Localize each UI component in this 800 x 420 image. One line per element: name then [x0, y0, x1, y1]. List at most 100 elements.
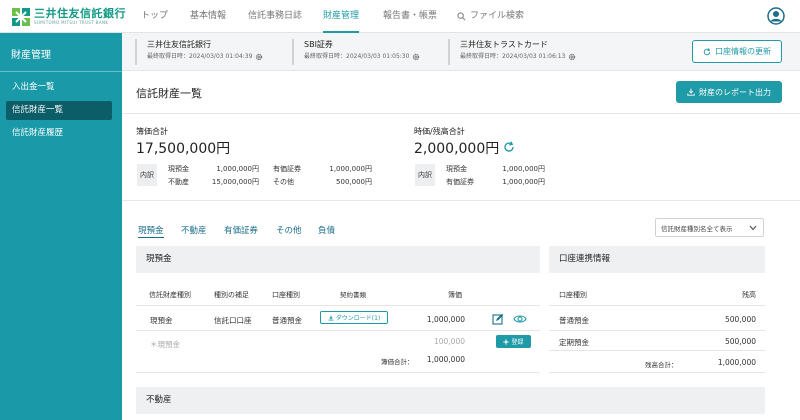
account-card: 三井住友信託銀行 最終取得日時：2024/03/03 01:04:39 [135, 39, 263, 65]
market-total-label: 時価/残高合計 [414, 127, 465, 136]
breakdown-key: 不動産 [168, 178, 189, 186]
account-date: 最終取得日時：2024/03/03 01:04:39 [147, 53, 253, 60]
tab-liabilities[interactable]: 負債 [318, 224, 335, 236]
tab-other[interactable]: その他 [276, 224, 302, 236]
breakdown-key: 有価証券 [446, 178, 474, 186]
account-name: 三井住友トラストカード [460, 40, 548, 49]
breakdown-value: 500,000円 [336, 178, 372, 186]
cell-account-type: 普通預金 [272, 316, 302, 325]
nav-top[interactable]: トップ [141, 0, 168, 33]
account-name: 三井住友信託銀行 [147, 40, 211, 49]
sidebar-item-deposits-withdrawals[interactable]: 入出金一覧 [6, 78, 112, 97]
table-rule [136, 372, 540, 373]
account-name: SBI証券 [304, 40, 333, 49]
filter-value: 信託財産種別名全て表示 [661, 224, 733, 233]
refresh-accounts-button[interactable]: 口座情報の更新 [692, 40, 782, 63]
register-label: 登録 [511, 339, 524, 346]
nav-trust-journal[interactable]: 信託事務日誌 [248, 0, 302, 33]
breakdown-tag: 内訳 [415, 164, 435, 186]
placeholder-asset-type: ＊現預金 [150, 340, 180, 349]
top-nav: 三井住友信託銀行 SUMITOMO MITSUI TRUST BANK トップ … [0, 0, 800, 33]
cell-book-value: 1,000,000 [426, 315, 465, 324]
download-contract-label: ダウンロード(1) [335, 315, 381, 322]
chevron-down-icon [749, 225, 757, 231]
edit-icon[interactable] [492, 313, 504, 325]
export-report-button[interactable]: 財産のレポート出力 [676, 81, 782, 103]
sidebar-divider [0, 71, 122, 72]
balance-total-value: 1,000,000 [717, 358, 756, 367]
refresh-icon[interactable] [503, 141, 515, 153]
table-rule [549, 305, 765, 306]
refresh-icon [703, 47, 711, 55]
account-date: 最終取得日時：2024/03/03 01:06:13 [460, 53, 566, 60]
table-rule [136, 305, 540, 306]
breakdown-key: 現預金 [446, 165, 467, 173]
column-header: 口座種別 [272, 291, 300, 299]
nav-reports[interactable]: 報告書・帳票 [383, 0, 437, 33]
gear-icon[interactable] [568, 53, 576, 61]
column-header: 種別の補足 [214, 291, 249, 299]
book-total-footer-value: 1,000,000 [426, 355, 465, 364]
placeholder-book-value: 100,000 [433, 337, 465, 346]
sidebar: 財産管理 入出金一覧 信託財産一覧 信託財産履歴 [0, 33, 122, 420]
brand-logo[interactable]: 三井住友信託銀行 SUMITOMO MITSUI TRUST BANK [12, 8, 126, 26]
breakdown-tag: 内訳 [137, 164, 157, 186]
divider [122, 113, 800, 114]
book-total-value: 17,500,000円 [136, 141, 231, 157]
breakdown-value: 1,000,000円 [329, 165, 372, 173]
tab-securities[interactable]: 有価証券 [224, 224, 258, 236]
nav-search-label: ファイル検索 [470, 11, 525, 21]
breakdown-value: 15,000,000円 [211, 178, 259, 186]
table-rule [549, 330, 765, 331]
register-button[interactable]: 登録 [496, 335, 531, 348]
breakdown-key: その他 [273, 178, 294, 186]
sidebar-item-trust-history[interactable]: 信託財産履歴 [6, 124, 112, 143]
logo-mark-icon [12, 8, 30, 26]
plus-icon [503, 338, 510, 345]
nav-basic-info[interactable]: 基本情報 [190, 0, 226, 33]
nav-asset-management[interactable]: 財産管理 [323, 0, 360, 33]
user-avatar-icon[interactable] [767, 7, 785, 25]
cell-balance: 500,000 [724, 315, 756, 324]
export-report-label: 財産のレポート出力 [699, 87, 771, 97]
book-total-label: 簿価合計 [136, 127, 168, 136]
table-rule [549, 372, 765, 373]
tab-real-estate[interactable]: 不動産 [181, 224, 207, 236]
nav-file-search[interactable]: ファイル検索 [457, 0, 524, 33]
tab-cash[interactable]: 現預金 [138, 224, 164, 238]
breakdown-key: 現預金 [168, 165, 189, 173]
cell-asset-type: 現預金 [150, 316, 173, 325]
column-header: 信託財産種別 [149, 291, 191, 299]
cell-account-type: 普通預金 [559, 316, 589, 325]
table-rule [549, 350, 765, 351]
breakdown-value: 1,000,000円 [502, 178, 545, 186]
cell-note: 信託口口座 [214, 316, 252, 325]
balance-total-label: 残高合計： [645, 361, 678, 369]
real-estate-panel-header: 不動産 [136, 387, 765, 414]
download-contract-button[interactable]: ダウンロード(1) [320, 311, 388, 324]
refresh-accounts-label: 口座情報の更新 [715, 47, 771, 56]
search-icon [457, 12, 466, 21]
breakdown-key: 有価証券 [273, 165, 301, 173]
column-header: 簿価 [448, 291, 462, 299]
download-icon [328, 315, 334, 321]
account-link-panel-header: 口座連携情報 [549, 246, 765, 273]
download-icon [687, 88, 695, 96]
asset-type-filter-select[interactable]: 信託財産種別名全て表示 [655, 218, 764, 237]
gear-icon[interactable] [255, 53, 263, 61]
account-date: 最終取得日時：2024/03/03 01:05:30 [304, 53, 410, 60]
sidebar-item-trust-assets[interactable]: 信託財産一覧 [6, 101, 112, 120]
divider [122, 200, 800, 201]
breakdown-value: 1,000,000円 [502, 165, 545, 173]
gear-icon[interactable] [412, 53, 420, 61]
brand-subtitle: SUMITOMO MITSUI TRUST BANK [34, 20, 109, 25]
table-rule [136, 330, 540, 331]
page-title: 信託財産一覧 [136, 87, 202, 100]
column-header: 残高 [742, 291, 756, 299]
view-eye-icon[interactable] [513, 313, 527, 325]
cell-balance: 500,000 [724, 337, 756, 346]
cash-panel-header: 現預金 [136, 246, 540, 273]
account-card: 三井住友トラストカード 最終取得日時：2024/03/03 01:06:13 [448, 39, 576, 65]
breakdown-value: 1,000,000円 [216, 165, 259, 173]
sidebar-title: 財産管理 [11, 50, 51, 61]
